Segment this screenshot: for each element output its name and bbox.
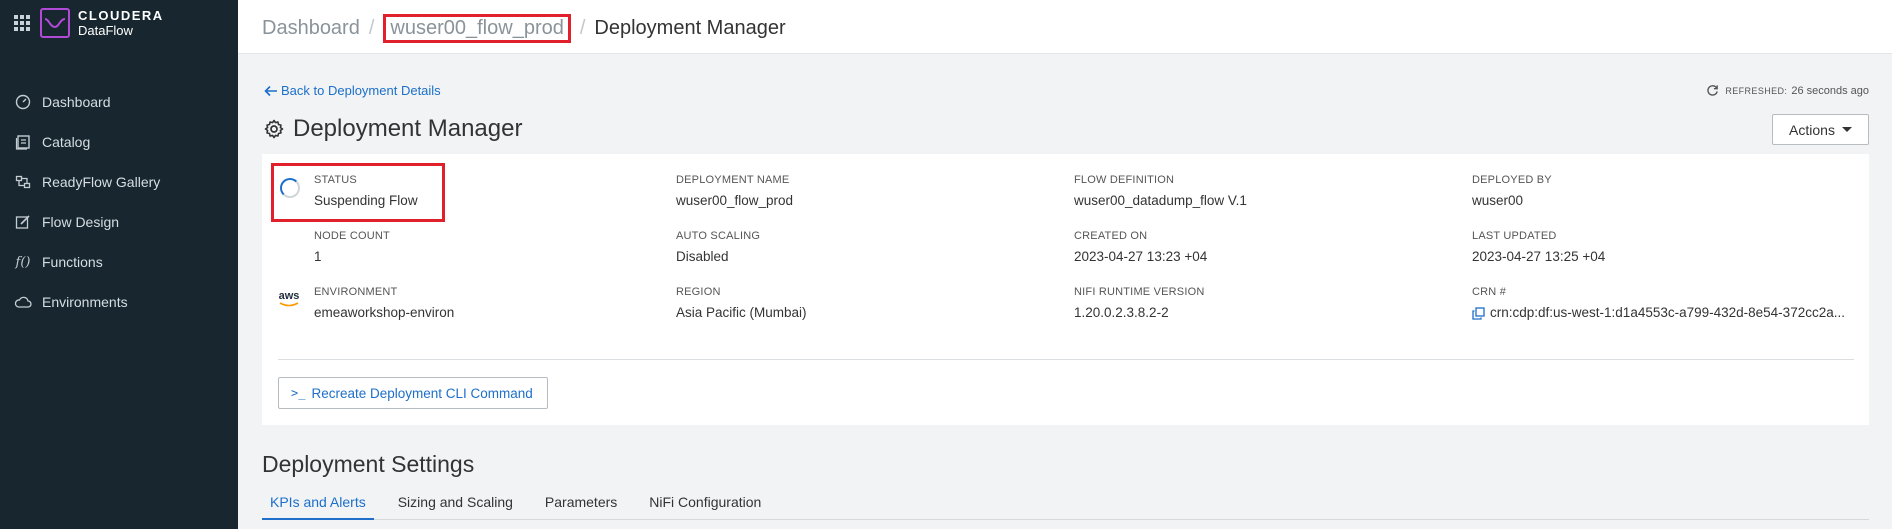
last-updated-value: 2023-04-27 13:25 +04 xyxy=(1472,249,1606,264)
flow-definition-field: FLOW DEFINITION wuser00_datadump_flow V.… xyxy=(1074,173,1247,210)
last-updated-field: LAST UPDATED 2023-04-27 13:25 +04 xyxy=(1472,229,1605,266)
loading-spinner-icon xyxy=(280,178,300,198)
card-divider xyxy=(278,359,1854,360)
deployment-name-value: wuser00_flow_prod xyxy=(676,193,794,208)
tab-parameters[interactable]: Parameters xyxy=(537,486,625,520)
arrow-left-icon xyxy=(264,85,277,96)
actions-dropdown-button[interactable]: Actions xyxy=(1772,114,1869,145)
last-updated-label: LAST UPDATED xyxy=(1472,230,1557,242)
sidebar-item-catalog[interactable]: Catalog xyxy=(0,122,238,162)
created-on-label: CREATED ON xyxy=(1074,230,1148,242)
brand-name: CLOUDERA xyxy=(78,8,164,23)
refreshed-label: REFRESHED: xyxy=(1725,85,1788,96)
status-value: Suspending Flow xyxy=(314,193,418,208)
top-bar: Dashboard / wuser00_flow_prod / Deployme… xyxy=(238,0,1892,54)
sidebar: CLOUDERA DataFlow Dashboard Catalog Read… xyxy=(0,0,238,529)
sidebar-item-functions[interactable]: f() Functions xyxy=(0,242,238,282)
crn-label: CRN # xyxy=(1472,286,1507,298)
copy-icon[interactable] xyxy=(1472,306,1485,320)
region-label: REGION xyxy=(676,286,721,298)
refresh-icon[interactable] xyxy=(1706,84,1719,97)
deployed-by-label: DEPLOYED BY xyxy=(1472,174,1552,186)
terminal-prompt-icon: >_ xyxy=(291,386,306,400)
environment-field: ENVIRONMENT emeaworkshop-environ xyxy=(314,285,454,322)
sidebar-item-environments[interactable]: Environments xyxy=(0,282,238,322)
crn-field: CRN # crn:cdp:df:us-west-1:d1a4553c-a799… xyxy=(1472,285,1862,322)
flow-definition-value: wuser00_datadump_flow V.1 xyxy=(1074,193,1247,208)
region-value: Asia Pacific (Mumbai) xyxy=(676,305,807,320)
recreate-cli-command-button[interactable]: >_ Recreate Deployment CLI Command xyxy=(278,377,548,409)
deployed-by-value: wuser00 xyxy=(1472,193,1524,208)
cloud-icon xyxy=(14,293,32,311)
tab-nifi-configuration[interactable]: NiFi Configuration xyxy=(641,486,769,520)
status-field: STATUS Suspending Flow xyxy=(314,173,418,210)
sidebar-item-label: Catalog xyxy=(42,134,91,150)
auto-scaling-value: Disabled xyxy=(676,249,729,264)
actions-label: Actions xyxy=(1789,121,1835,138)
back-link-label: Back to Deployment Details xyxy=(281,83,441,98)
back-to-deployment-details-link[interactable]: Back to Deployment Details xyxy=(264,83,441,98)
cloudera-logo-icon xyxy=(40,8,70,38)
environment-label: ENVIRONMENT xyxy=(314,286,398,298)
nifi-runtime-field: NIFI RUNTIME VERSION 1.20.0.2.3.8.2-2 xyxy=(1074,285,1205,322)
deployment-name-label: DEPLOYMENT NAME xyxy=(676,174,790,186)
breadcrumb-dashboard[interactable]: Dashboard xyxy=(262,17,360,40)
refresh-indicator: REFRESHED: 26 seconds ago xyxy=(1706,84,1869,97)
created-on-field: CREATED ON 2023-04-27 13:23 +04 xyxy=(1074,229,1207,266)
node-count-label: NODE COUNT xyxy=(314,230,390,242)
caret-down-icon xyxy=(1841,127,1852,132)
catalog-icon xyxy=(14,133,32,151)
node-count-field: NODE COUNT 1 xyxy=(314,229,390,266)
breadcrumb: Dashboard / wuser00_flow_prod / Deployme… xyxy=(262,14,786,43)
readyflow-icon xyxy=(14,173,32,191)
tab-kpis-and-alerts[interactable]: KPIs and Alerts xyxy=(262,486,374,520)
sidebar-item-label: Dashboard xyxy=(42,94,111,110)
settings-tabs: KPIs and Alerts Sizing and Scaling Param… xyxy=(262,486,1869,520)
nifi-runtime-label: NIFI RUNTIME VERSION xyxy=(1074,286,1205,298)
deployment-name-field: DEPLOYMENT NAME wuser00_flow_prod xyxy=(676,173,793,210)
auto-scaling-field: AUTO SCALING Disabled xyxy=(676,229,760,266)
functions-icon: f() xyxy=(15,254,31,270)
crn-value: crn:cdp:df:us-west-1:d1a4553c-a799-432d-… xyxy=(1490,305,1845,320)
product-name: DataFlow xyxy=(78,23,133,38)
sidebar-item-label: ReadyFlow Gallery xyxy=(42,174,161,190)
page-title-text: Deployment Manager xyxy=(293,115,523,142)
sidebar-nav: Dashboard Catalog ReadyFlow Gallery Flow… xyxy=(0,82,238,322)
sidebar-item-flow-design[interactable]: Flow Design xyxy=(0,202,238,242)
deployed-by-field: DEPLOYED BY wuser00 xyxy=(1472,173,1552,210)
breadcrumb-separator: / xyxy=(368,17,375,39)
cli-button-label: Recreate Deployment CLI Command xyxy=(311,385,533,401)
nifi-runtime-value: 1.20.0.2.3.8.2-2 xyxy=(1074,305,1169,320)
sidebar-item-readyflow-gallery[interactable]: ReadyFlow Gallery xyxy=(0,162,238,202)
gear-icon xyxy=(264,119,284,139)
breadcrumb-separator: / xyxy=(579,17,586,39)
breadcrumb-current: Deployment Manager xyxy=(594,17,786,39)
dashboard-gauge-icon xyxy=(14,93,32,111)
flow-definition-label: FLOW DEFINITION xyxy=(1074,174,1175,186)
region-field: REGION Asia Pacific (Mumbai) xyxy=(676,285,807,322)
node-count-value: 1 xyxy=(314,249,322,264)
aws-logo-icon: aws xyxy=(278,291,300,313)
deployment-details-card: STATUS Suspending Flow DEPLOYMENT NAME w… xyxy=(262,154,1869,425)
flow-design-icon xyxy=(14,213,32,231)
tab-sizing-and-scaling[interactable]: Sizing and Scaling xyxy=(390,486,521,520)
app-switcher-icon[interactable] xyxy=(14,15,30,31)
deployment-settings-title: Deployment Settings xyxy=(262,451,475,477)
created-on-value: 2023-04-27 13:23 +04 xyxy=(1074,249,1208,264)
brand: CLOUDERA DataFlow xyxy=(14,8,164,38)
status-label: STATUS xyxy=(314,174,357,186)
sidebar-item-label: Flow Design xyxy=(42,214,120,230)
sidebar-item-label: Functions xyxy=(42,254,103,270)
sidebar-item-dashboard[interactable]: Dashboard xyxy=(0,82,238,122)
auto-scaling-label: AUTO SCALING xyxy=(676,230,761,242)
refreshed-value: 26 seconds ago xyxy=(1791,84,1869,97)
breadcrumb-flow-deployment[interactable]: wuser00_flow_prod xyxy=(383,14,571,43)
environment-value: emeaworkshop-environ xyxy=(314,305,455,320)
sidebar-item-label: Environments xyxy=(42,294,128,310)
page-title: Deployment Manager xyxy=(264,115,522,143)
